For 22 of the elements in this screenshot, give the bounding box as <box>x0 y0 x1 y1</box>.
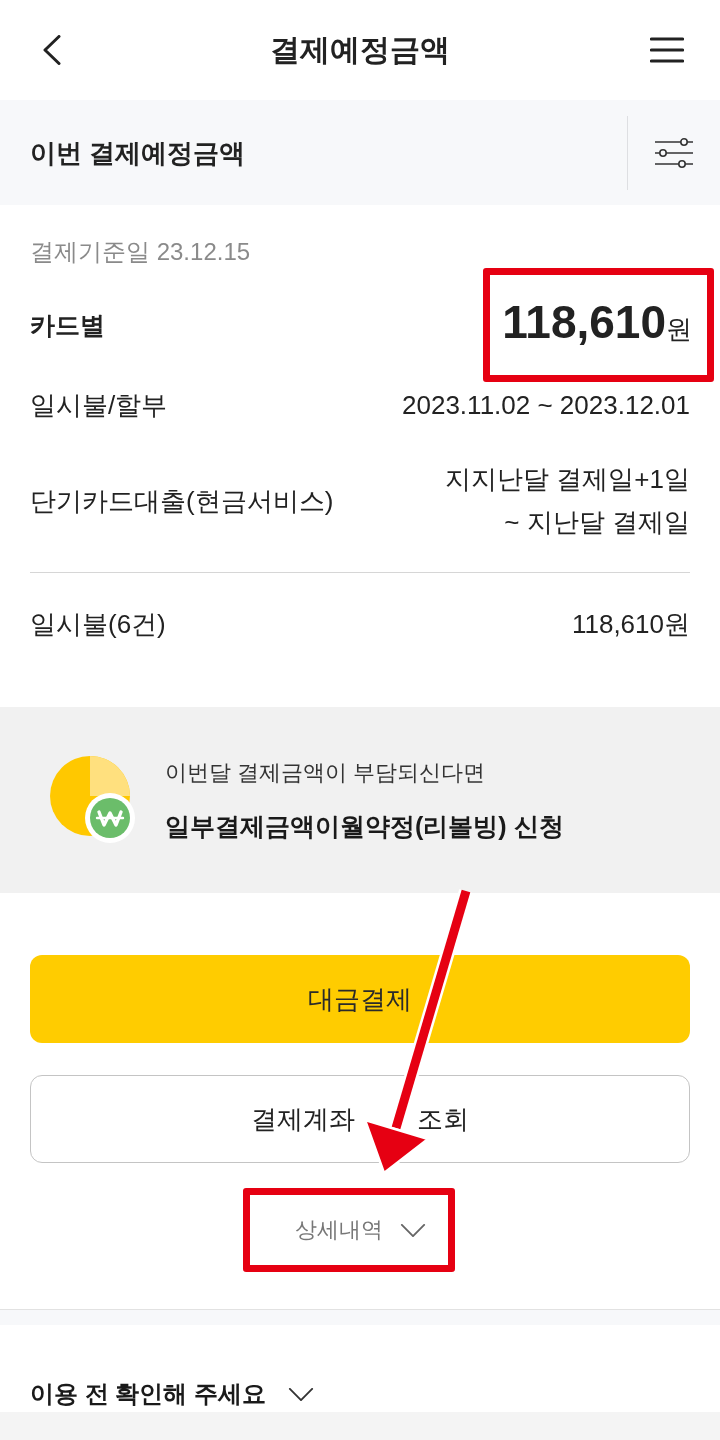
menu-icon[interactable] <box>650 37 684 63</box>
period-range: 지지난달 결제일+1일 ~ 지난달 결제일 <box>445 463 690 539</box>
pay-button[interactable]: 대금결제 <box>30 955 690 1043</box>
base-date: 결제기준일 23.12.15 <box>30 237 251 267</box>
period-label: 일시불/할부 <box>30 389 168 422</box>
details-toggle[interactable]: 상세내역 <box>295 1215 426 1245</box>
banner-title: 일부결제금액이월약정(리볼빙) 신청 <box>165 810 564 842</box>
account-button[interactable]: 결제계좌 조회 <box>30 1075 690 1163</box>
total-label: 일시불(6건) <box>30 608 166 641</box>
card-label: 카드별 <box>30 310 105 341</box>
period-range: 2023.11.02 ~ 2023.12.01 <box>402 389 690 422</box>
pie-coin-icon <box>50 756 136 844</box>
notice-toggle[interactable]: 이용 전 확인해 주세요 <box>30 1378 314 1410</box>
total-value: 118,610원 <box>571 608 690 641</box>
banner-subtitle: 이번달 결제금액이 부담되신다면 <box>165 758 486 787</box>
back-icon[interactable] <box>42 35 62 65</box>
total-amount: 118,610원 <box>502 294 692 350</box>
period-label: 단기카드대출(현금서비스) <box>30 485 334 518</box>
filter-sliders-icon[interactable] <box>654 137 694 168</box>
page-title: 결제예정금액 <box>270 32 450 68</box>
section-title: 이번 결제예정금액 <box>30 136 247 170</box>
revolving-banner[interactable]: 이번달 결제금액이 부담되신다면 일부결제금액이월약정(리볼빙) 신청 <box>0 707 720 893</box>
